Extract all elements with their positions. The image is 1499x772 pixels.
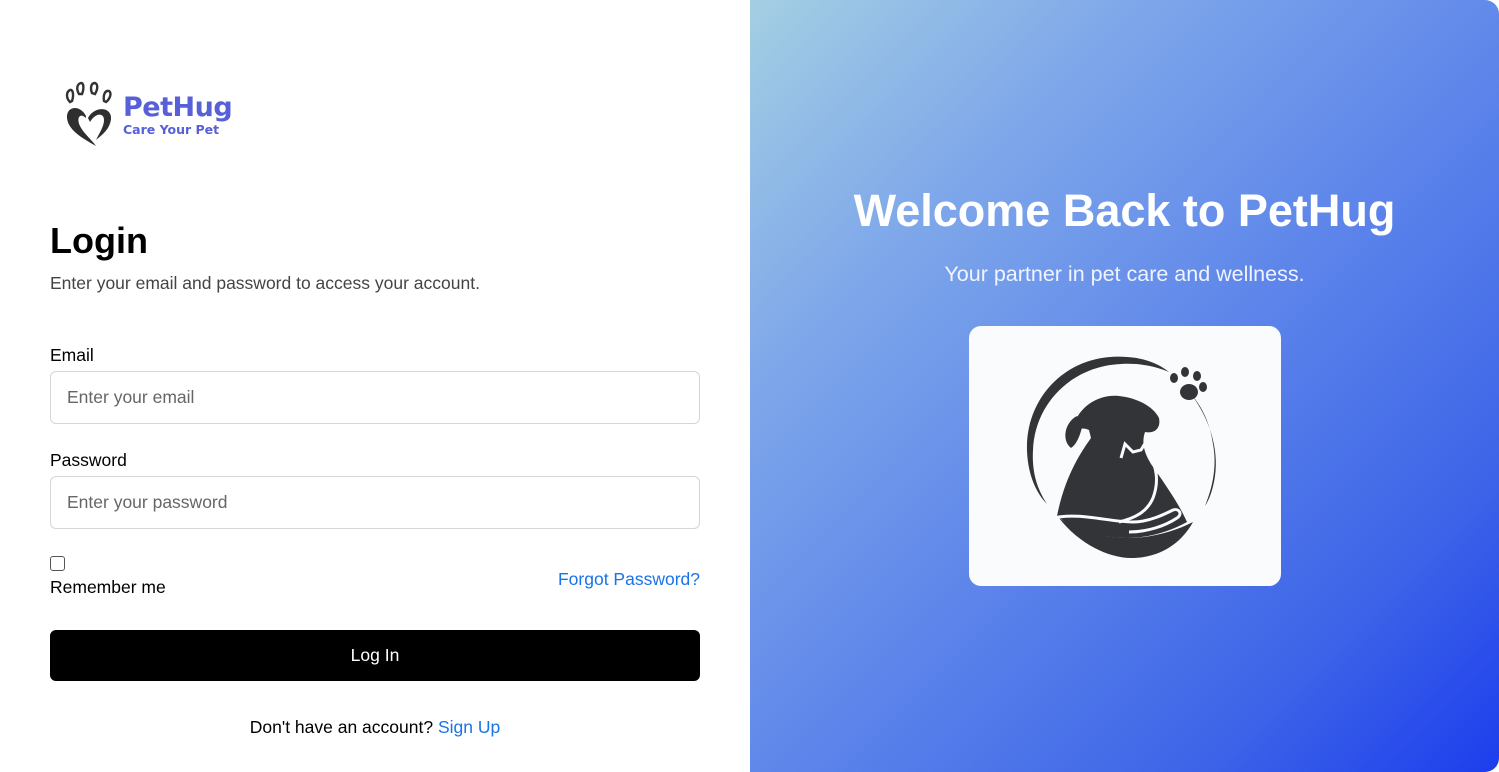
welcome-title: Welcome Back to PetHug: [853, 185, 1396, 236]
email-label: Email: [50, 345, 94, 365]
forgot-password-link[interactable]: Forgot Password?: [558, 569, 700, 590]
brand-tagline: Care Your Pet: [123, 122, 220, 137]
welcome-panel: Welcome Back to PetHug Your partner in p…: [750, 0, 1499, 772]
remember-me-checkbox[interactable]: [50, 556, 65, 571]
dog-cat-hand-icon: [1026, 356, 1216, 558]
login-button[interactable]: Log In: [50, 630, 700, 681]
signup-prompt: Don't have an account?: [249, 717, 434, 737]
paw-heart-icon: [65, 81, 112, 146]
page-title: Login: [50, 220, 148, 261]
hero-image-card: [969, 326, 1281, 586]
brand-logo[interactable]: PetHug Care Your Pet: [62, 80, 242, 150]
password-label: Password: [50, 450, 127, 470]
password-field[interactable]: [50, 476, 700, 529]
brand-name: PetHug: [123, 92, 233, 123]
welcome-subtitle: Your partner in pet care and wellness.: [944, 262, 1305, 286]
email-field[interactable]: [50, 371, 700, 424]
remember-me-label: Remember me: [50, 577, 166, 597]
signup-link[interactable]: Sign Up: [438, 717, 500, 737]
page-subtitle: Enter your email and password to access …: [50, 273, 480, 293]
login-panel: PetHug Care Your Pet Login Enter your em…: [0, 0, 750, 772]
signup-row: Don't have an account? Sign Up: [0, 717, 750, 738]
